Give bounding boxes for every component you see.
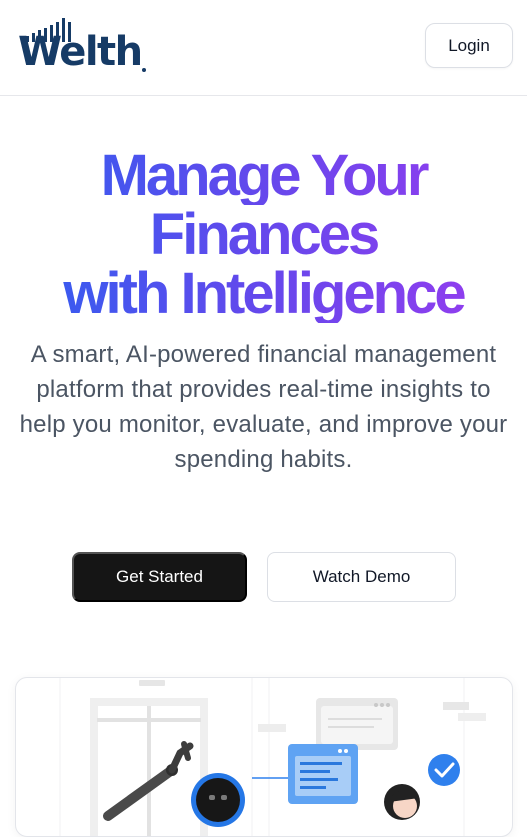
watch-demo-button[interactable]: Watch Demo	[267, 552, 456, 602]
logo-dot	[142, 68, 146, 72]
site-header: Welth Login	[0, 0, 527, 96]
get-started-button[interactable]: Get Started	[72, 552, 247, 602]
hero-title-line-2: Finances	[0, 205, 527, 264]
hero-title-line-3: with Intelligence	[0, 264, 527, 323]
check-badge-icon	[428, 754, 460, 786]
hero-title-line-1: Manage Your	[0, 146, 527, 205]
logo-text: Welth	[18, 29, 143, 75]
login-button[interactable]: Login	[425, 23, 513, 68]
robot-icon	[191, 773, 245, 827]
hero-title: Manage Your Finances with Intelligence	[0, 146, 527, 323]
welth-logo[interactable]: Welth	[18, 16, 150, 76]
dashboard-window-icon	[288, 698, 398, 804]
hero-subtitle: A smart, AI-powered financial management…	[19, 341, 508, 473]
product-preview-card	[15, 677, 513, 837]
ai-finance-illustration	[59, 678, 486, 836]
